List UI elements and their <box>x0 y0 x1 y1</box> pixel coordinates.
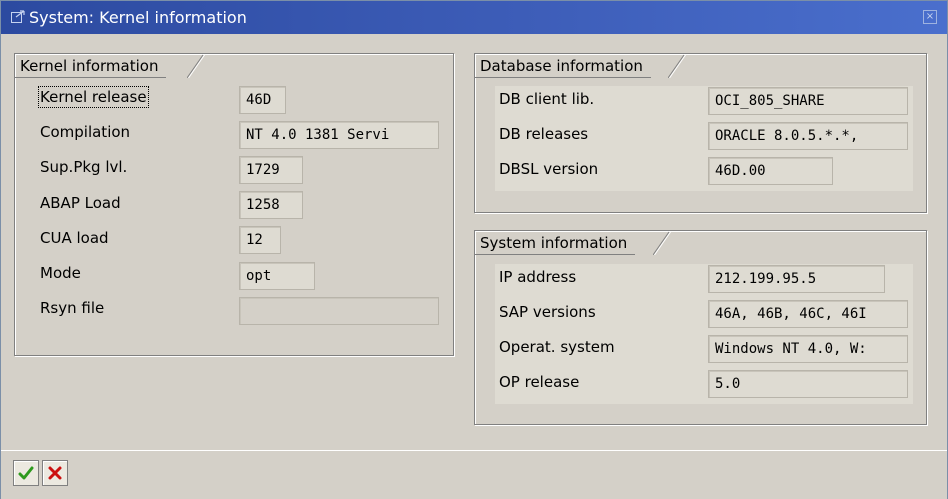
dbsl-version-field[interactable]: 46D.00 <box>708 157 833 185</box>
kernel-release-field[interactable]: 46D <box>239 86 286 114</box>
confirm-button[interactable] <box>13 460 39 486</box>
close-icon[interactable]: × <box>923 10 937 24</box>
sup-pkg-lvl-label: Sup.Pkg lvl. <box>40 158 128 176</box>
dbsl-version-label: DBSL version <box>499 160 599 178</box>
db-releases-field[interactable]: ORACLE 8.0.5.*.*, <box>708 122 908 150</box>
database-info-heading: Database information <box>475 54 651 78</box>
mode-label: Mode <box>40 264 81 282</box>
operat-system-label: Operat. system <box>499 338 615 356</box>
abap-load-field[interactable]: 1258 <box>239 191 303 219</box>
database-info-group: Database information DB client lib. OCI_… <box>474 53 927 213</box>
window-menu-icon[interactable] <box>11 10 25 24</box>
system-info-heading: System information <box>475 231 636 255</box>
system-info-group: System information IP address 212.199.95… <box>474 230 927 425</box>
rsyn-file-field[interactable] <box>239 297 439 325</box>
mode-field[interactable]: opt <box>239 262 315 290</box>
kernel-release-label[interactable]: Kernel release <box>38 86 149 108</box>
content-area: Kernel information Kernel release 46D Co… <box>9 34 941 450</box>
bottom-toolbar <box>1 450 947 499</box>
db-releases-label: DB releases <box>499 125 589 143</box>
title-bar: System: Kernel information × <box>1 1 947 34</box>
compilation-label: Compilation <box>40 123 131 141</box>
ip-address-label: IP address <box>499 268 577 286</box>
sap-versions-label: SAP versions <box>499 303 596 321</box>
checkmark-icon <box>18 466 34 480</box>
cua-load-field[interactable]: 12 <box>239 226 281 254</box>
op-release-label: OP release <box>499 373 580 391</box>
ip-address-field[interactable]: 212.199.95.5 <box>708 265 885 293</box>
sup-pkg-lvl-field[interactable]: 1729 <box>239 156 303 184</box>
kernel-info-heading: Kernel information <box>15 54 167 78</box>
abap-load-label: ABAP Load <box>40 194 121 212</box>
window-title: System: Kernel information <box>29 8 247 27</box>
dialog-window: System: Kernel information × Kernel info… <box>0 0 948 499</box>
cancel-button[interactable] <box>42 460 68 486</box>
cua-load-label: CUA load <box>40 229 109 247</box>
db-client-lib-label: DB client lib. <box>499 90 595 108</box>
cancel-x-icon <box>48 466 62 480</box>
tab-slant-decoration <box>187 54 205 78</box>
operat-system-field[interactable]: Windows NT 4.0, W: <box>708 335 908 363</box>
sap-versions-field[interactable]: 46A, 46B, 46C, 46I <box>708 300 908 328</box>
compilation-field[interactable]: NT 4.0 1381 Servi <box>239 121 439 149</box>
tab-slant-decoration <box>653 231 671 255</box>
db-client-lib-field[interactable]: OCI_805_SHARE <box>708 87 908 115</box>
rsyn-file-label: Rsyn file <box>40 299 105 317</box>
tab-slant-decoration <box>668 54 686 78</box>
op-release-field[interactable]: 5.0 <box>708 370 908 398</box>
kernel-info-group: Kernel information Kernel release 46D Co… <box>14 53 454 356</box>
